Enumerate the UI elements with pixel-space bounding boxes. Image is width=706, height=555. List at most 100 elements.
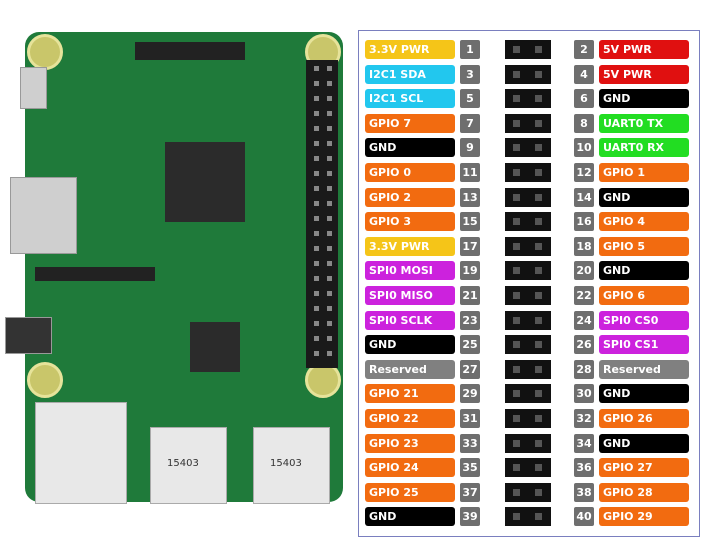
pin-label-left: SPI0 MOSI (365, 261, 455, 281)
pinout-table: 3.3V PWR 1 2 5V PWR I2C1 SDA 3 4 5V PWR I2C1 SCL… (358, 30, 700, 537)
pin-label-right: GPIO 6 (599, 286, 689, 305)
pin-label-left: Reserved (365, 359, 455, 379)
header-pin-pair (505, 507, 551, 527)
header-pin-pair (505, 384, 551, 404)
header-pin-pair (505, 64, 551, 84)
pin-label-right: SPI0 CS0 (599, 310, 689, 330)
pin-number-right: 16 (574, 212, 594, 232)
header-pin (327, 126, 332, 131)
header-pin-pair (505, 458, 551, 478)
pin-label-right: GND (599, 433, 689, 453)
pin-label-right: 5V PWR (599, 40, 689, 59)
pin-label-left: 3.3V PWR (365, 40, 455, 59)
pin-number-right: 24 (574, 310, 594, 330)
header-pin (535, 242, 542, 250)
header-pin-pair (505, 409, 551, 428)
pin-number-left: 7 (460, 113, 480, 133)
pin-label-right: GPIO 5 (599, 236, 689, 256)
pin-label-right: GPIO 26 (599, 409, 689, 428)
pinout-diagram: 15403 15403 3.3V PWR 1 2 5V PWR I2C1 SDA 3 4 5V… (0, 0, 706, 555)
pin-label-left: GPIO 2 (365, 187, 455, 207)
header-pin-pair (505, 163, 551, 182)
pin-label-right: GND (599, 261, 689, 281)
pin-number-left: 37 (460, 482, 480, 502)
pin-label-left: GND (365, 507, 455, 527)
hdmi-port (10, 177, 77, 254)
header-pin (513, 218, 520, 226)
header-pin (535, 365, 542, 373)
pin-label-left: SPI0 MISO (365, 286, 455, 305)
pin-number-left: 35 (460, 458, 480, 478)
pin-label-right: GPIO 28 (599, 482, 689, 502)
pin-number-left: 31 (460, 409, 480, 428)
header-pin (513, 242, 520, 250)
pin-label-left: I2C1 SDA (365, 64, 455, 84)
header-pin (314, 201, 319, 206)
header-pin (513, 316, 520, 324)
header-pin (513, 513, 520, 521)
pin-label-left: GND (365, 138, 455, 158)
header-pin (513, 70, 520, 78)
header-pin (327, 186, 332, 191)
header-pin (513, 415, 520, 422)
header-pin (327, 261, 332, 266)
header-pin (513, 292, 520, 299)
header-pin (314, 171, 319, 176)
pin-number-right: 32 (574, 409, 594, 428)
header-pin (314, 81, 319, 86)
header-pin (314, 351, 319, 356)
header-pin (327, 291, 332, 296)
mount-hole (27, 34, 63, 70)
header-pin-pair (505, 212, 551, 232)
header-pin (535, 513, 542, 521)
pin-label-left: SPI0 SCLK (365, 310, 455, 330)
audio-jack (5, 317, 52, 354)
header-pin-pair (505, 113, 551, 133)
header-pin (327, 141, 332, 146)
header-pin (535, 70, 542, 78)
pin-label-left: GPIO 0 (365, 163, 455, 182)
pin-label-right: 5V PWR (599, 64, 689, 84)
header-pin (314, 96, 319, 101)
header-pin (327, 306, 332, 311)
usb-label: 15403 (270, 458, 302, 469)
pin-label-left: GND (365, 335, 455, 355)
header-pin (327, 66, 332, 71)
header-pin (513, 341, 520, 349)
header-pin (535, 46, 542, 53)
pin-label-left: 3.3V PWR (365, 236, 455, 256)
header-pin-pair (505, 187, 551, 207)
header-pin (513, 46, 520, 53)
pin-number-right: 4 (574, 64, 594, 84)
usb-port-2: 15403 (253, 427, 330, 504)
header-pin (513, 144, 520, 152)
header-pin (314, 141, 319, 146)
header-pin (327, 231, 332, 236)
soc-chip (165, 142, 245, 222)
header-pin (314, 306, 319, 311)
pin-number-left: 1 (460, 40, 480, 59)
header-pin (535, 439, 542, 447)
header-pin (513, 390, 520, 398)
pin-label-right: GPIO 4 (599, 212, 689, 232)
display-connector (135, 42, 245, 60)
pin-number-right: 22 (574, 286, 594, 305)
header-pin (513, 267, 520, 275)
pin-label-left: I2C1 SCL (365, 89, 455, 109)
header-pin (327, 246, 332, 251)
camera-connector (35, 267, 155, 281)
pin-number-left: 15 (460, 212, 480, 232)
pin-number-left: 29 (460, 384, 480, 404)
header-pin (314, 291, 319, 296)
pin-label-left: GPIO 23 (365, 433, 455, 453)
pin-number-left: 27 (460, 359, 480, 379)
pin-label-left: GPIO 21 (365, 384, 455, 404)
header-pin (513, 119, 520, 127)
pin-number-left: 39 (460, 507, 480, 527)
header-pin (327, 171, 332, 176)
header-pin (513, 365, 520, 373)
pin-number-left: 5 (460, 89, 480, 109)
pin-label-left: GPIO 7 (365, 113, 455, 133)
header-pin (513, 488, 520, 496)
header-pin (535, 95, 542, 103)
